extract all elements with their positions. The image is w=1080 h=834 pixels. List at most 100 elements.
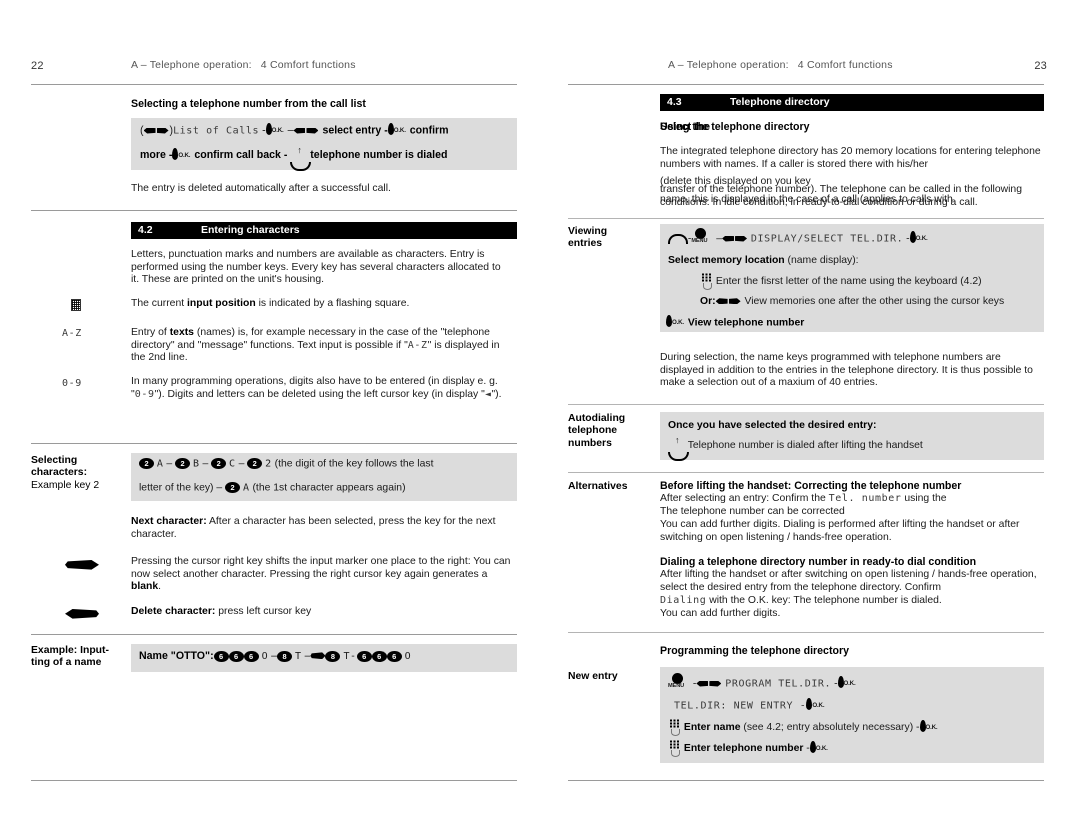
alternatives-p5: Dialing with the O.K. key: The telephone… <box>660 595 1044 608</box>
key-digit-icon-3: 2 <box>211 458 227 469</box>
key-digit-icon-4: 2 <box>247 458 263 469</box>
section-number-4-3: 4.3 <box>667 96 682 108</box>
example-name-sequence: Name "OTTO": 6 6 6 O –8 T –8 T- 6 6 6 O <box>139 650 519 664</box>
alternatives-p1-b: using the <box>904 493 947 504</box>
call-list-sequence-line-1: ()List of Calls - O.K. – select entry - O.… <box>140 123 520 138</box>
key-digit-6a: 6 <box>213 650 229 662</box>
header-chapter-title-r: Comfort functions <box>806 59 893 71</box>
ok-key-icon-8: O.K. <box>919 719 939 734</box>
digits-text-b: "). Digits and letters can be deleted us… <box>154 388 485 400</box>
cursor-right-row: Pressing the cursor right key shifts the… <box>131 556 511 594</box>
ok-key-icon-4: O.K. <box>909 231 929 245</box>
divider-4 <box>31 634 517 635</box>
divider-r1 <box>568 84 1044 85</box>
key-digit-6e: 6 <box>371 650 387 662</box>
cursor-right-icon-small <box>310 652 326 660</box>
autodialing-heading: Once you have selected the desired entry… <box>668 420 1046 433</box>
char-a-2: A <box>242 482 250 494</box>
enter-name-bold: Enter name <box>683 721 741 733</box>
alternatives-p6: You can add further digits. <box>660 608 781 619</box>
or-label: Or: <box>700 296 716 307</box>
header-chapter: 4 <box>260 59 267 71</box>
ok-key-icon-2: O.K. <box>387 123 407 137</box>
alternatives-p3: You can add further digits. Dialing is p… <box>660 519 1020 543</box>
alternatives-label: Alternatives <box>568 481 628 492</box>
selecting-label-line-3: Example key 2 <box>31 479 100 491</box>
alternatives-p4: After lifting the handset or after switc… <box>660 569 1037 593</box>
alternatives-p2: The telephone number can be corrected <box>660 506 845 517</box>
header-chapter-title: Comfort functions <box>269 59 356 71</box>
selecting-label-line-2: characters: <box>31 467 88 479</box>
cursor-keys-icon <box>143 126 170 136</box>
cursor-keys-icon-2 <box>293 126 319 136</box>
divider-2 <box>31 210 517 211</box>
select-memory-bold: Select memory location <box>668 255 785 266</box>
delete-character-bold: Delete character: <box>131 606 216 617</box>
key-digit-icon-2: 2 <box>175 458 191 469</box>
confirm-call-back-text: confirm call back - <box>194 148 288 161</box>
selecting-label-line-1: Selecting <box>31 455 78 466</box>
key-digit-icon-5: 2 <box>225 482 241 493</box>
ok-key-icon-9: O.K. <box>809 740 829 755</box>
key-digit-8a: 8 <box>277 650 293 662</box>
select-entry-text: select entry - <box>322 124 388 137</box>
autodialing-label: Autodialing telephone numbers <box>568 413 625 450</box>
key-digit-6b: 6 <box>228 650 244 662</box>
enter-first-letter-row: Enter the fisrst letter of the name usin… <box>700 273 1046 290</box>
cursor-left-key-icon <box>65 605 99 623</box>
display-tel-dir-new-entry: TEL.DIR: NEW ENTRY - <box>674 700 807 712</box>
ok-key-icon-6: O.K. <box>837 676 857 690</box>
autodialing-label-line-2: telephone <box>568 425 618 437</box>
cursor-right-key-icon <box>65 556 99 574</box>
autodialing-label-line-3: numbers <box>568 437 612 449</box>
delete-character-row: Delete character: press left cursor key <box>131 606 511 619</box>
lift-handset-icon: ↑ <box>290 146 312 171</box>
left-page-header: A – Telephone operation: 4 Comfort functi… <box>131 59 356 71</box>
view-telephone-number-row: O.K. View telephone number <box>666 315 1044 330</box>
left-page-number: 22 <box>31 60 44 72</box>
digits-text-c: "). <box>491 388 502 400</box>
example-name-label: Example: Input- ting of a name <box>31 645 109 670</box>
alternatives-p5-lcd: Dialing <box>660 595 707 606</box>
divider-r5 <box>568 632 1044 633</box>
texts-text-a: Entry of <box>131 327 170 338</box>
using-body-line-3: transfer of the telephone number). The t… <box>660 184 1022 208</box>
alternatives-p1: After selecting an entry: Confirm the Te… <box>660 493 1044 506</box>
viewing-sequence-line: - MENU – DISPLAY/SELECT TEL.DIR. - O.K. <box>668 228 1046 246</box>
menu-key-icon-2: MENU <box>668 673 690 691</box>
select-memory-location-row: Select memory location (name display): <box>668 255 1046 268</box>
during-selection-paragraph: During selection, the name keys programm… <box>660 352 1033 389</box>
or-text: View memories one after the other using … <box>744 296 1005 307</box>
viewing-entries-label: Viewing entries <box>568 226 607 251</box>
cursor-right-bold: blank <box>131 581 159 593</box>
example-char-t: T <box>295 651 302 662</box>
confirm-text: confirm <box>409 124 449 137</box>
cursor-right-text-a: Pressing the cursor right key shifts the… <box>131 556 511 580</box>
programming-heading: Programming the telephone directory <box>660 645 849 657</box>
autodialing-text: Telephone number is dialed after lifting… <box>687 439 923 451</box>
input-position-text-a: The current <box>131 298 188 309</box>
dash-a: – <box>166 458 173 470</box>
call-list-note: The entry is deleted automatically after… <box>131 183 391 194</box>
char-2: 2 <box>265 458 272 470</box>
divider-3 <box>31 443 517 444</box>
next-character-row: Next character: After a character has be… <box>131 516 511 541</box>
viewing-label-line-1: Viewing <box>568 226 608 237</box>
texts-lcd: A-Z <box>407 339 428 351</box>
alternatives-p1-a: After selecting an entry: Confirm the <box>660 493 826 504</box>
autodialing-label-line-1: Autodialing <box>568 413 626 424</box>
view-number-text: View telephone number <box>687 317 805 329</box>
display-program-tel-dir: PROGRAM TEL.DIR. <box>725 678 832 690</box>
viewing-label-line-2: entries <box>568 238 603 250</box>
right-page-header: A – Telephone operation: 4 Comfort functi… <box>668 59 893 71</box>
dash-c: – <box>238 458 245 470</box>
call-list-heading: Selecting a telephone number from the ca… <box>131 98 366 110</box>
using-body-line-1: The integrated telephone directory has 2… <box>660 146 1041 170</box>
selecting-head-2: letter of the key) – <box>139 482 223 494</box>
more-text: more - <box>140 148 173 161</box>
marker-0-9: 0-9 <box>62 378 82 389</box>
divider-bottom-left <box>31 780 517 781</box>
header-part: A – Telephone operation: <box>131 59 252 71</box>
ok-key-icon: O.K. <box>265 123 285 137</box>
divider-r3 <box>568 404 1044 405</box>
